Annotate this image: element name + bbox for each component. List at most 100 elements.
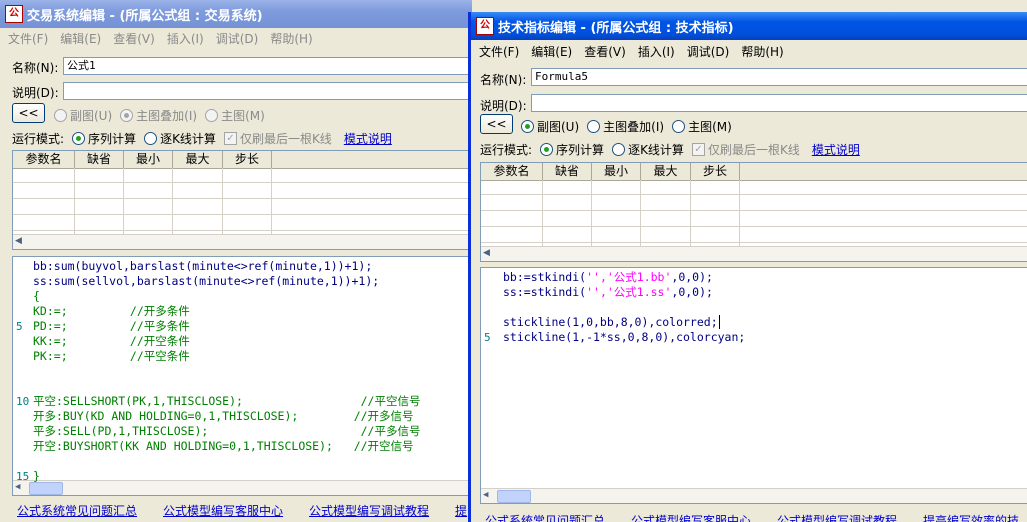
code-line-5: PD:=; //平多条件 — [33, 319, 190, 333]
title-bar[interactable]: 公 技术指标编辑 - (所属公式组 : 技术指标) — [471, 12, 1027, 40]
col-param-name[interactable]: 参数名 — [481, 163, 543, 180]
code-line-10: 平空:SELLSHORT(PK,1,THISCLOSE); //平空信号 — [33, 394, 421, 408]
window-trading-system-editor: 公 交易系统编辑 - (所属公式组 : 交易系统) 文件(F) 编辑(E) 查看… — [0, 0, 472, 522]
collapse-button[interactable]: << — [12, 103, 45, 123]
col-default[interactable]: 缺省 — [543, 163, 592, 180]
run-mode-row: 运行模式: 序列计算 逐K线计算 ✓ 仅刷最后一根K线 模式说明 — [12, 130, 392, 147]
last-bar-checkbox[interactable]: ✓ — [691, 143, 705, 156]
param-table-header: 参数名 缺省 最小 最大 步长 — [481, 163, 1027, 181]
run-mode-label: 运行模式: — [480, 143, 533, 157]
menu-file[interactable]: 文件(F) — [2, 30, 54, 47]
radio-sequence-calc[interactable] — [540, 143, 554, 156]
radio-main-overlay-label: 主图叠加(I) — [136, 109, 198, 123]
radio-main-chart[interactable] — [205, 109, 219, 122]
chart-type-group: 副图(U) 主图叠加(I) 主图(M) — [46, 107, 265, 124]
code-line-2: ss:sum(sellvol,barslast(minute<>ref(minu… — [33, 274, 380, 288]
desc-field[interactable] — [63, 82, 472, 100]
param-table-scrollbar[interactable]: ◀ — [13, 234, 472, 249]
last-bar-label: 仅刷最后一根K线 — [707, 143, 800, 157]
menu-view[interactable]: 查看(V) — [107, 30, 161, 47]
link-service-center[interactable]: 公式模型编写客服中心 — [631, 512, 751, 522]
desc-field[interactable] — [531, 94, 1027, 112]
col-param-name[interactable]: 参数名 — [13, 151, 75, 168]
link-debug-tutorial[interactable]: 公式模型编写调试教程 — [309, 502, 429, 519]
param-table[interactable]: 参数名 缺省 最小 最大 步长 ◀ — [480, 162, 1027, 262]
collapse-button[interactable]: << — [480, 114, 513, 134]
radio-main-chart[interactable] — [672, 120, 686, 133]
radio-bar-calc[interactable] — [144, 132, 158, 145]
radio-main-overlay-label: 主图叠加(I) — [603, 120, 665, 134]
menu-help[interactable]: 帮助(H) — [735, 43, 789, 60]
code-line-1: bb:=stkindi('','公式1.bb',0,0); — [503, 270, 713, 284]
run-mode-row: 运行模式: 序列计算 逐K线计算 ✓ 仅刷最后一根K线 模式说明 — [480, 141, 860, 158]
help-links: 公式系统常见问题汇总 公式模型编写客服中心 公式模型编写调试教程 提高编写效率的… — [485, 512, 1027, 522]
link-service-center[interactable]: 公式模型编写客服中心 — [163, 502, 283, 519]
radio-bar-calc[interactable] — [612, 143, 626, 156]
title-bar[interactable]: 公 交易系统编辑 - (所属公式组 : 交易系统) — [0, 0, 472, 28]
run-mode-label: 运行模式: — [12, 132, 65, 146]
link-efficiency[interactable]: 提 — [455, 502, 467, 519]
radio-main-overlay[interactable] — [120, 109, 134, 122]
menu-bar: 文件(F) 编辑(E) 查看(V) 插入(I) 调试(D) 帮助(H) — [0, 28, 472, 48]
radio-bar-calc-label: 逐K线计算 — [628, 143, 684, 157]
link-efficiency[interactable]: 提高编写效率的技 — [923, 512, 1019, 522]
param-table-columns — [481, 180, 1027, 247]
menu-file[interactable]: 文件(F) — [473, 43, 525, 60]
radio-sequence-calc-label: 序列计算 — [556, 143, 605, 157]
code-line-4: stickline(1,0,bb,8,0),colorred; — [503, 315, 720, 329]
param-table-scrollbar[interactable]: ◀ — [481, 246, 1027, 261]
desc-label: 说明(D): — [480, 99, 527, 113]
menu-help[interactable]: 帮助(H) — [264, 30, 318, 47]
code-line-5: stickline(1,-1*ss,0,8,0),colorcyan; — [503, 330, 746, 344]
editor-hscrollbar[interactable]: ◀ — [481, 488, 1027, 503]
link-faq[interactable]: 公式系统常见问题汇总 — [17, 502, 137, 519]
window-indicator-editor: 公 技术指标编辑 - (所属公式组 : 技术指标) 文件(F) 编辑(E) 查看… — [468, 12, 1027, 522]
name-field[interactable]: Formula5 — [531, 68, 1027, 86]
line-number-10: 10 — [16, 395, 30, 408]
col-max[interactable]: 最大 — [641, 163, 691, 180]
app-icon: 公 — [476, 17, 494, 35]
menu-view[interactable]: 查看(V) — [578, 43, 632, 60]
menu-debug[interactable]: 调试(D) — [681, 43, 736, 60]
mode-help-link[interactable]: 模式说明 — [344, 130, 392, 147]
col-min[interactable]: 最小 — [124, 151, 173, 168]
code-line-11: 开多:BUY(KD AND HOLDING=0,1,THISCLOSE); //… — [33, 409, 414, 423]
editor-hscrollbar[interactable]: ◀ — [13, 480, 472, 495]
col-default[interactable]: 缺省 — [75, 151, 124, 168]
last-bar-checkbox[interactable]: ✓ — [223, 132, 237, 145]
window-title: 技术指标编辑 - (所属公式组 : 技术指标) — [498, 20, 734, 36]
code-line-13: 开空:BUYSHORT(KK AND HOLDING=0,1,THISCLOSE… — [33, 439, 414, 453]
code-editor[interactable]: bb:=stkindi('','公式1.bb',0,0); ss:=stkind… — [480, 267, 1027, 504]
menu-debug[interactable]: 调试(D) — [210, 30, 265, 47]
col-step[interactable]: 步长 — [223, 151, 272, 168]
col-min[interactable]: 最小 — [592, 163, 641, 180]
radio-sub-chart-label: 副图(U) — [70, 109, 113, 123]
name-label: 名称(N): — [12, 61, 59, 75]
line-number-5: 5 — [484, 331, 491, 344]
code-line-7: PK:=; //平空条件 — [33, 349, 190, 363]
code-editor[interactable]: bb:sum(buyvol,barslast(minute<>ref(minut… — [12, 256, 472, 496]
last-bar-label: 仅刷最后一根K线 — [239, 132, 332, 146]
link-faq[interactable]: 公式系统常见问题汇总 — [485, 512, 605, 522]
radio-sub-chart[interactable] — [521, 120, 534, 133]
link-debug-tutorial[interactable]: 公式模型编写调试教程 — [777, 512, 897, 522]
menu-edit[interactable]: 编辑(E) — [525, 43, 578, 60]
code-line-3: { — [33, 289, 40, 303]
col-max[interactable]: 最大 — [173, 151, 223, 168]
menu-edit[interactable]: 编辑(E) — [54, 30, 107, 47]
code-line-1: bb:sum(buyvol,barslast(minute<>ref(minut… — [33, 259, 373, 273]
param-table[interactable]: 参数名 缺省 最小 最大 步长 ◀ — [12, 150, 472, 250]
radio-main-overlay[interactable] — [587, 120, 601, 133]
col-step[interactable]: 步长 — [691, 163, 740, 180]
desc-label: 说明(D): — [12, 86, 59, 100]
mode-help-link[interactable]: 模式说明 — [812, 141, 860, 158]
radio-sub-chart[interactable] — [54, 109, 67, 122]
app-icon: 公 — [5, 5, 23, 23]
radio-bar-calc-label: 逐K线计算 — [160, 132, 216, 146]
radio-sequence-calc[interactable] — [72, 132, 86, 145]
menu-insert[interactable]: 插入(I) — [632, 43, 681, 60]
name-field[interactable]: 公式1 — [63, 57, 472, 75]
radio-sequence-calc-label: 序列计算 — [88, 132, 137, 146]
menu-insert[interactable]: 插入(I) — [161, 30, 210, 47]
code-line-2: ss:=stkindi('','公式1.ss',0,0); — [503, 285, 713, 299]
